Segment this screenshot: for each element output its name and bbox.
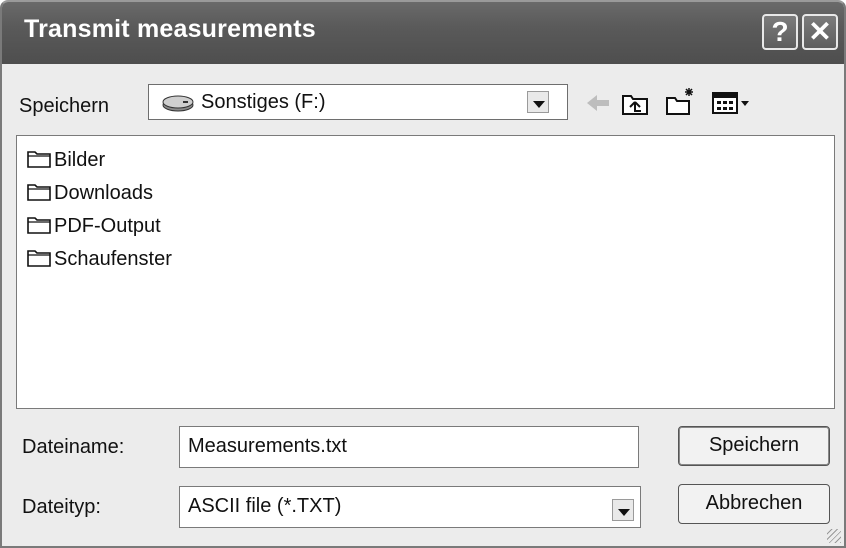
title-bar[interactable]: Transmit measurements ? ✕ (2, 2, 844, 64)
save-dialog: Transmit measurements ? ✕ Speichern Sons… (0, 0, 846, 548)
folder-name: Schaufenster (54, 247, 172, 270)
list-item[interactable]: PDF-Output (27, 212, 161, 240)
list-item[interactable]: Bilder (27, 146, 105, 174)
filetype-select[interactable]: ASCII file (*.TXT) (179, 486, 641, 528)
dialog-title: Transmit measurements (24, 15, 316, 43)
list-item[interactable]: Schaufenster (27, 245, 172, 273)
drive-icon (161, 93, 195, 118)
folder-icon (27, 148, 51, 173)
new-folder-icon[interactable] (665, 86, 697, 121)
filename-value: Measurements.txt (188, 435, 347, 457)
filetype-label: Dateityp: (22, 496, 101, 518)
folder-name: PDF-Output (54, 214, 161, 237)
folder-icon (27, 181, 51, 206)
resize-grip-icon[interactable] (827, 529, 841, 543)
view-menu-icon[interactable] (711, 90, 751, 121)
filetype-value: ASCII file (*.TXT) (188, 495, 342, 517)
list-item[interactable]: Downloads (27, 179, 153, 207)
file-list[interactable]: Bilder Downloads PDF-Output Schaufenster (16, 135, 835, 409)
close-button[interactable]: ✕ (802, 14, 838, 50)
location-value: Sonstiges (F:) (201, 91, 326, 113)
folder-name: Bilder (54, 148, 106, 171)
up-folder-icon[interactable] (621, 90, 649, 121)
filename-label: Dateiname: (22, 436, 125, 458)
location-combo[interactable]: Sonstiges (F:) (148, 84, 568, 120)
filename-input[interactable]: Measurements.txt (179, 426, 639, 468)
save-button[interactable]: Speichern (678, 426, 830, 466)
filetype-dropdown-button[interactable] (612, 499, 634, 521)
help-button[interactable]: ? (762, 14, 798, 50)
back-icon[interactable] (585, 92, 611, 119)
folder-icon (27, 214, 51, 239)
cancel-button[interactable]: Abbrechen (678, 484, 830, 524)
save-in-label: Speichern (19, 95, 110, 117)
folder-icon (27, 247, 51, 272)
location-dropdown-button[interactable] (527, 91, 549, 113)
folder-name: Downloads (54, 181, 153, 204)
